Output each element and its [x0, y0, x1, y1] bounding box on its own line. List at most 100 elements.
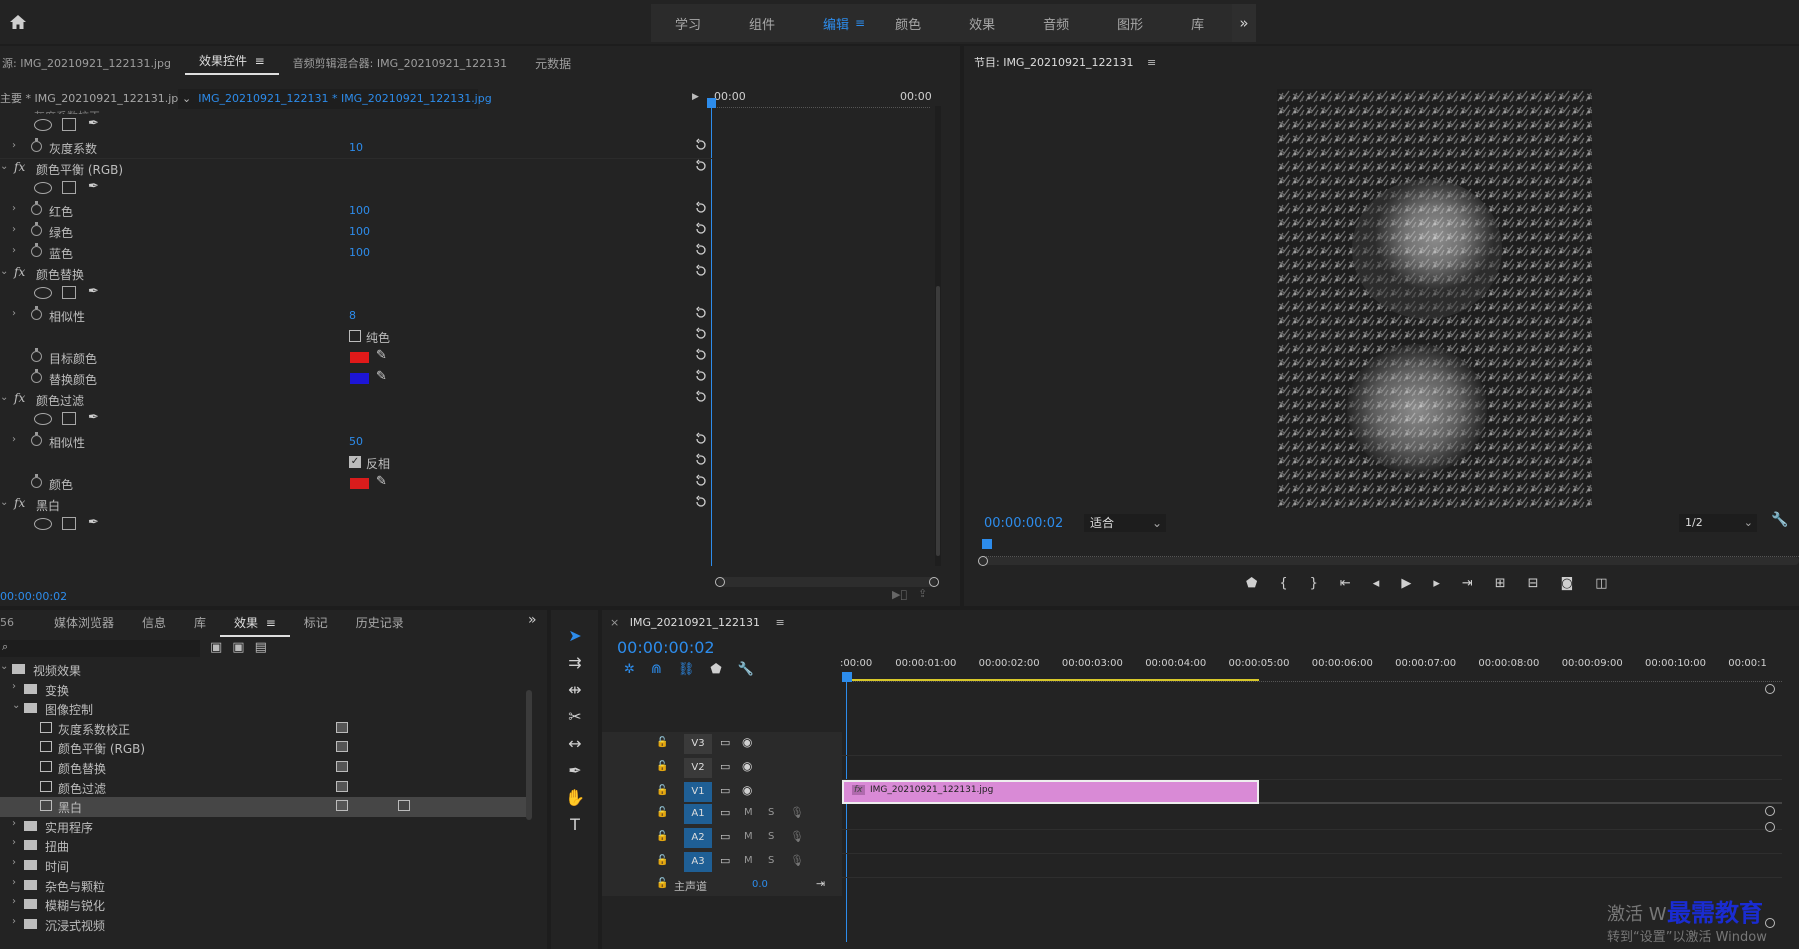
- solo-button[interactable]: S: [768, 831, 774, 842]
- filter-color-swatch[interactable]: [350, 478, 369, 489]
- add-marker-icon[interactable]: ⬟: [1246, 576, 1257, 591]
- vertical-zoom-handle-top[interactable]: [1765, 684, 1775, 694]
- sync-lock-icon[interactable]: ▭: [720, 854, 730, 867]
- tab-media-browser[interactable]: 媒体浏览器: [40, 614, 128, 637]
- mark-out-icon[interactable]: }: [1310, 576, 1318, 591]
- vertical-zoom-handle-mid[interactable]: [1765, 806, 1775, 816]
- zoom-handle-left[interactable]: [715, 577, 725, 587]
- effects-tree-item[interactable]: 黑白: [0, 797, 526, 817]
- chevron-right-icon[interactable]: ›: [12, 308, 16, 319]
- invert-checkbox[interactable]: ✓: [349, 456, 361, 468]
- lock-icon[interactable]: 🔓: [656, 761, 668, 772]
- resolution-dropdown[interactable]: 1/2 ⌄: [1679, 514, 1757, 532]
- track-lane-a3[interactable]: [842, 854, 1782, 878]
- chevron-right-icon[interactable]: ›: [12, 857, 16, 868]
- sync-lock-icon[interactable]: ▭: [720, 830, 730, 843]
- effects-tree-item[interactable]: › 实用程序: [0, 817, 526, 837]
- stopwatch-icon[interactable]: [31, 432, 42, 446]
- stopwatch-icon[interactable]: [31, 222, 42, 236]
- go-to-out-icon[interactable]: ⇥: [1462, 576, 1473, 591]
- ellipse-mask-icon[interactable]: [34, 518, 52, 530]
- zoom-handle-right[interactable]: [929, 577, 939, 587]
- param-value[interactable]: 100: [349, 246, 370, 259]
- sync-lock-icon[interactable]: ▭: [720, 760, 730, 773]
- reset-icon[interactable]: [694, 243, 708, 257]
- program-ruler[interactable]: [982, 541, 1799, 557]
- comparison-view-icon[interactable]: ◫: [1595, 576, 1607, 591]
- pen-mask-icon[interactable]: ✒: [88, 284, 99, 299]
- add-marker-icon[interactable]: ⬟: [710, 662, 721, 677]
- tab-audio-clip-mixer[interactable]: 音频剪辑混合器: IMG_20210921_122131: [279, 55, 521, 71]
- ellipse-mask-icon[interactable]: [34, 182, 52, 194]
- more-workspaces-icon[interactable]: »: [1232, 4, 1256, 42]
- selection-tool-icon[interactable]: ➤: [568, 626, 581, 645]
- param-value[interactable]: 50: [349, 435, 363, 448]
- workspace-tab-effects[interactable]: 效果: [945, 14, 1019, 33]
- program-zoom-bar[interactable]: [978, 556, 1799, 566]
- target-color-swatch[interactable]: [350, 352, 369, 363]
- track-select-tool-icon[interactable]: ⇉: [568, 653, 581, 672]
- overwrite-icon[interactable]: ⊟: [1528, 576, 1539, 591]
- effects-tree-item[interactable]: 颜色替换: [0, 758, 526, 778]
- ellipse-mask-icon[interactable]: [34, 287, 52, 299]
- ellipse-mask-icon[interactable]: [34, 119, 52, 131]
- effects-tree-item[interactable]: › 模糊与锐化: [0, 895, 526, 915]
- rect-mask-icon[interactable]: [62, 412, 76, 425]
- play-icon[interactable]: ▶: [1401, 576, 1411, 591]
- track-target-button[interactable]: A1: [684, 804, 712, 824]
- track-lane-a1[interactable]: [842, 806, 1782, 830]
- razor-tool-icon[interactable]: ✂: [568, 707, 581, 726]
- audio-zoom-handle-top[interactable]: [1765, 822, 1775, 832]
- 32bit-effects-icon[interactable]: ▣: [232, 640, 244, 655]
- voice-over-mic-icon[interactable]: 🎙: [790, 806, 804, 819]
- reset-icon[interactable]: [694, 264, 708, 278]
- stopwatch-icon[interactable]: [31, 306, 42, 320]
- effects-tree-item[interactable]: ⌄ 图像控制: [0, 699, 526, 719]
- effects-tree-item[interactable]: 颜色过滤: [0, 778, 526, 798]
- effects-scrollbar[interactable]: [526, 690, 532, 820]
- step-back-icon[interactable]: ◂: [1373, 576, 1380, 591]
- track-lane-v3[interactable]: [842, 732, 1782, 756]
- type-tool-icon[interactable]: T: [570, 815, 580, 834]
- tab-libraries[interactable]: 库: [180, 614, 220, 637]
- stopwatch-icon[interactable]: [31, 243, 42, 257]
- filter-play-icon[interactable]: ▶⃒: [892, 588, 907, 601]
- lock-icon[interactable]: 🔓: [656, 855, 668, 866]
- ellipse-mask-icon[interactable]: [34, 413, 52, 425]
- tab-markers[interactable]: 标记: [290, 614, 342, 637]
- settings-wrench-icon[interactable]: 🔧: [1771, 512, 1788, 528]
- workspace-tab-learn[interactable]: 学习: [651, 14, 725, 33]
- voice-over-mic-icon[interactable]: 🎙: [790, 830, 804, 843]
- param-value[interactable]: 100: [349, 225, 370, 238]
- chevron-right-icon[interactable]: ›: [12, 896, 16, 907]
- pen-mask-icon[interactable]: ✒: [88, 179, 99, 194]
- rect-mask-icon[interactable]: [62, 517, 76, 530]
- master-volume-value[interactable]: 0.0: [752, 879, 768, 890]
- lock-icon[interactable]: 🔓: [656, 785, 668, 796]
- go-to-end-icon[interactable]: ⇥: [816, 877, 825, 890]
- sync-lock-icon[interactable]: ▭: [720, 736, 730, 749]
- step-forward-icon[interactable]: ▸: [1433, 576, 1440, 591]
- export-frame-icon[interactable]: ◙: [1561, 576, 1574, 591]
- rect-mask-icon[interactable]: [62, 181, 76, 194]
- pen-mask-icon[interactable]: ✒: [88, 410, 99, 425]
- effects-tree-item[interactable]: › 杂色与颗粒: [0, 876, 526, 896]
- slip-tool-icon[interactable]: ↔: [568, 734, 581, 753]
- mute-button[interactable]: M: [744, 831, 753, 842]
- reset-icon[interactable]: [694, 453, 708, 467]
- zoom-handle-left[interactable]: [978, 556, 988, 566]
- reset-icon[interactable]: [694, 222, 708, 236]
- ripple-edit-tool-icon[interactable]: ⇹: [568, 680, 581, 699]
- tab-metadata[interactable]: 元数据: [521, 55, 585, 72]
- effects-tree-item[interactable]: › 扭曲: [0, 836, 526, 856]
- pen-mask-icon[interactable]: ✒: [88, 116, 99, 131]
- chevron-right-icon[interactable]: ›: [12, 916, 16, 927]
- chevron-down-icon[interactable]: ⌄: [0, 497, 8, 508]
- timeline-playhead-handle[interactable]: [842, 672, 852, 682]
- home-icon[interactable]: [8, 12, 28, 32]
- lock-icon[interactable]: 🔓: [656, 831, 668, 842]
- chevron-right-icon[interactable]: ›: [12, 877, 16, 888]
- fx-icon[interactable]: fx: [14, 391, 25, 405]
- rect-mask-icon[interactable]: [62, 286, 76, 299]
- clip-selector[interactable]: ⌄ IMG_20210921_122131 * IMG_20210921_122…: [178, 89, 492, 109]
